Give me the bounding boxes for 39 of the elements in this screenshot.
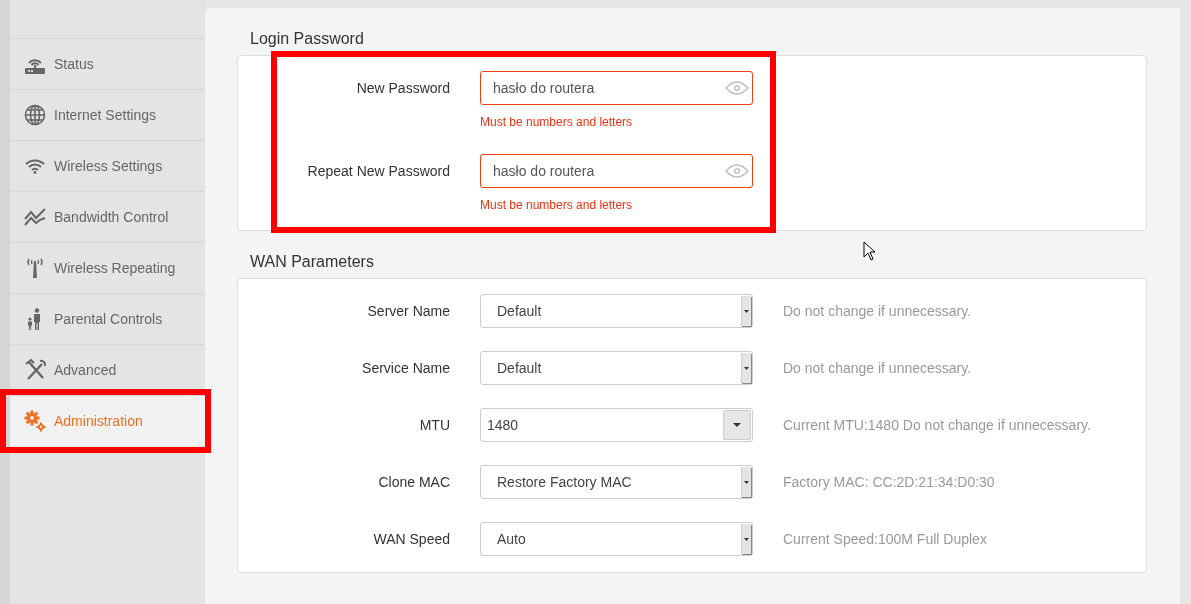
field-label: Repeat New Password	[306, 162, 450, 181]
section-title: Login Password	[250, 30, 365, 48]
hint-text: Current Speed:100M Full Duplex	[783, 530, 987, 549]
eye-icon[interactable]	[725, 164, 749, 178]
caret-icon	[744, 366, 749, 370]
globe-icon	[24, 104, 46, 126]
wifi-icon	[24, 158, 46, 174]
tools-icon	[24, 359, 46, 381]
field-label: MTU	[418, 416, 450, 435]
gears-icon	[24, 410, 46, 432]
cursor-icon	[863, 241, 876, 261]
field-label: Clone MAC	[377, 473, 450, 492]
dropdown[interactable]: Auto	[480, 522, 753, 556]
caret-icon	[733, 423, 741, 427]
chart-line-icon	[24, 208, 46, 226]
section-title: WAN Parameters	[250, 253, 375, 271]
field-label: WAN Speed	[372, 530, 450, 549]
hint-text: Factory MAC: CC:2D:21:34:D0:30	[783, 473, 995, 492]
dropdown-button[interactable]	[723, 410, 751, 440]
hint-text: Do not change if unnecessary.	[783, 359, 972, 378]
dropdown[interactable]: Default	[480, 351, 753, 385]
error-message: Must be numbers and letters	[480, 198, 634, 212]
combo-box[interactable]: 1480	[480, 408, 753, 442]
hint-text: Do not change if unnecessary.	[783, 302, 972, 321]
hint-text: Current MTU:1480 Do not change if unnecessary.	[783, 416, 1091, 435]
caret-icon	[744, 480, 749, 484]
antenna-icon	[24, 257, 46, 279]
field-label: Service Name	[361, 359, 450, 378]
eye-icon[interactable]	[725, 81, 749, 95]
error-message: Must be numbers and letters	[480, 115, 634, 129]
password-field[interactable]: hasło do routera	[480, 71, 753, 105]
field-label: New Password	[355, 79, 450, 98]
caret-icon	[744, 309, 749, 313]
dropdown[interactable]: Default	[480, 294, 753, 328]
caret-icon	[744, 537, 749, 541]
password-field[interactable]: hasło do routera	[480, 154, 753, 188]
field-label: Server Name	[366, 302, 450, 321]
dropdown[interactable]: Restore Factory MAC	[480, 465, 753, 499]
sidebar-item[interactable]: Administration	[10, 395, 205, 446]
